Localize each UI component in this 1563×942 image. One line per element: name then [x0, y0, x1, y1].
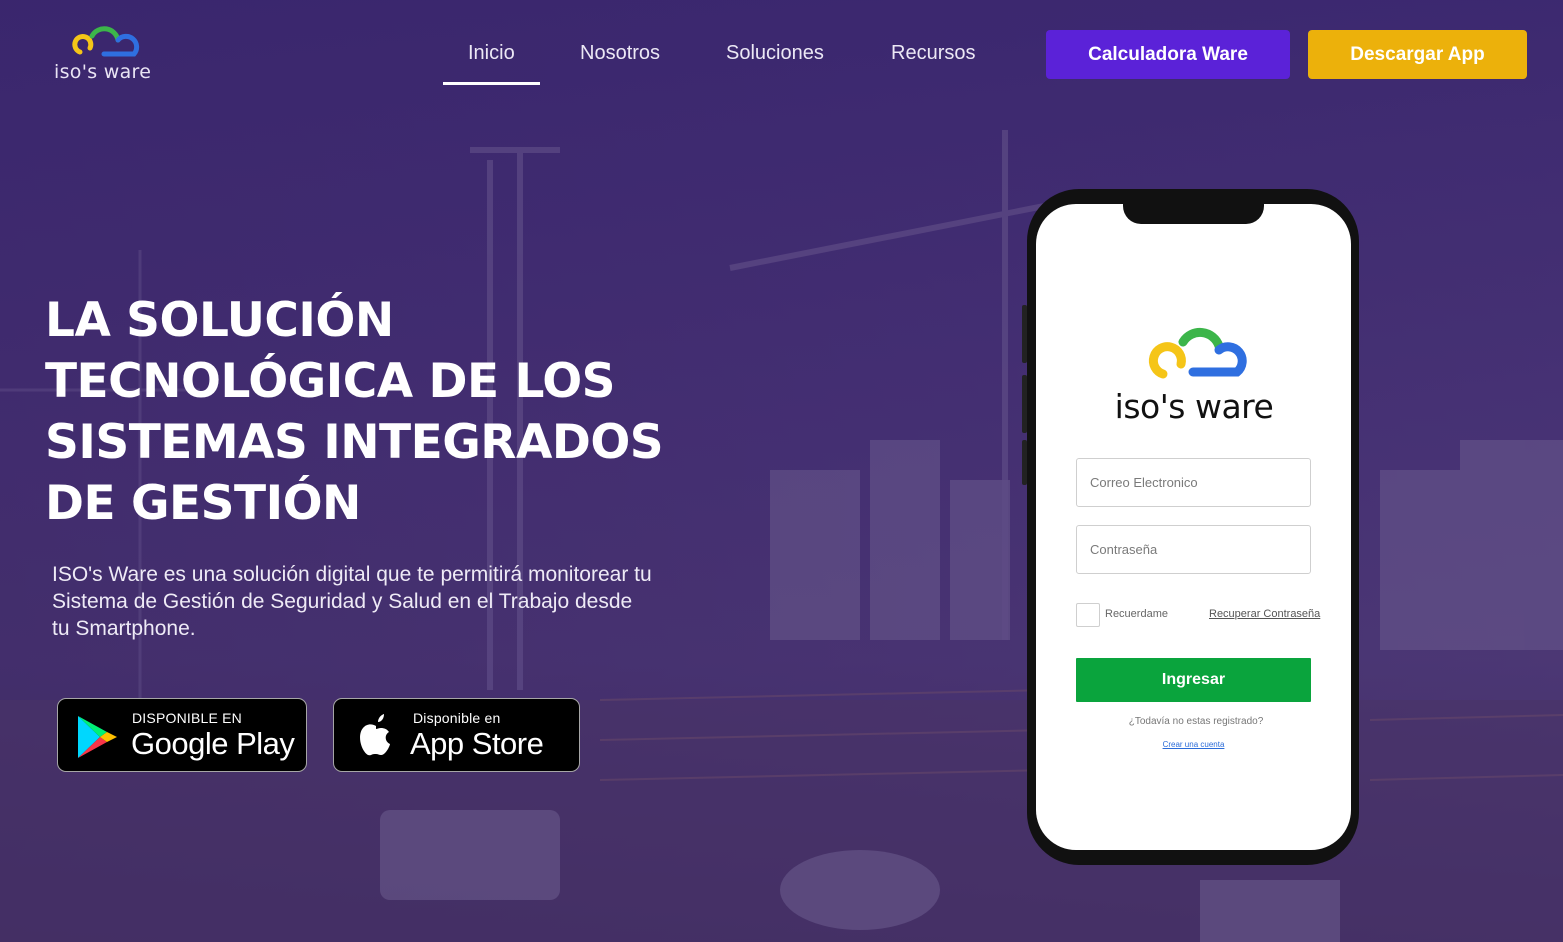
phone-notch — [1123, 202, 1264, 224]
phone-volume-button — [1022, 375, 1027, 433]
badge-small-text: Disponible en — [413, 710, 501, 726]
hero-title-line: DE GESTIÓN — [45, 476, 361, 531]
email-field[interactable] — [1076, 458, 1311, 507]
nav-item-soluciones[interactable]: Soluciones — [726, 42, 824, 86]
nav-item-nosotros[interactable]: Nosotros — [580, 42, 660, 86]
download-app-button[interactable]: Descargar App — [1308, 30, 1527, 79]
hero-title-line: SISTEMAS INTEGRADOS — [45, 415, 664, 470]
site-header: iso's ware Inicio Nosotros Soluciones Re… — [0, 0, 1563, 110]
badge-store-name: App Store — [410, 726, 544, 761]
nav-item-inicio[interactable]: Inicio — [443, 42, 540, 86]
remember-checkbox[interactable] — [1076, 603, 1100, 627]
login-button[interactable]: Ingresar — [1076, 658, 1311, 702]
google-play-icon — [78, 716, 117, 758]
hero-description: ISO's Ware es una solución digital que t… — [52, 563, 652, 640]
app-store-badge[interactable]: Disponible en App Store — [333, 698, 580, 772]
hero-title-line: LA SOLUCIÓN — [45, 293, 394, 348]
apple-icon — [360, 714, 390, 756]
recover-password-link[interactable]: Recuperar Contraseña — [1209, 608, 1320, 620]
create-account-link[interactable]: Crear una cuenta — [1076, 740, 1311, 749]
logo-text[interactable]: iso's ware — [54, 61, 151, 83]
phone-side-button — [1022, 440, 1027, 485]
not-registered-text: ¿Todavía no estas registrado? — [1128, 716, 1264, 727]
calculadora-ware-button[interactable]: Calculadora Ware — [1046, 30, 1290, 79]
hero-title: LA SOLUCIÓN TECNOLÓGICA DE LOS SISTEMAS … — [45, 290, 665, 534]
app-logo-icon — [1148, 327, 1247, 379]
hero-title-line: TECNOLÓGICA DE LOS — [45, 354, 616, 409]
nav-item-recursos[interactable]: Recursos — [891, 42, 975, 86]
google-play-badge[interactable]: DISPONIBLE EN Google Play — [57, 698, 307, 772]
password-field[interactable] — [1076, 525, 1311, 574]
badge-store-name: Google Play — [131, 726, 295, 761]
app-logo-text: iso's ware — [1114, 387, 1274, 426]
badge-small-text: DISPONIBLE EN — [132, 710, 242, 726]
remember-label: Recuerdame — [1105, 608, 1168, 620]
phone-volume-button — [1022, 305, 1027, 363]
